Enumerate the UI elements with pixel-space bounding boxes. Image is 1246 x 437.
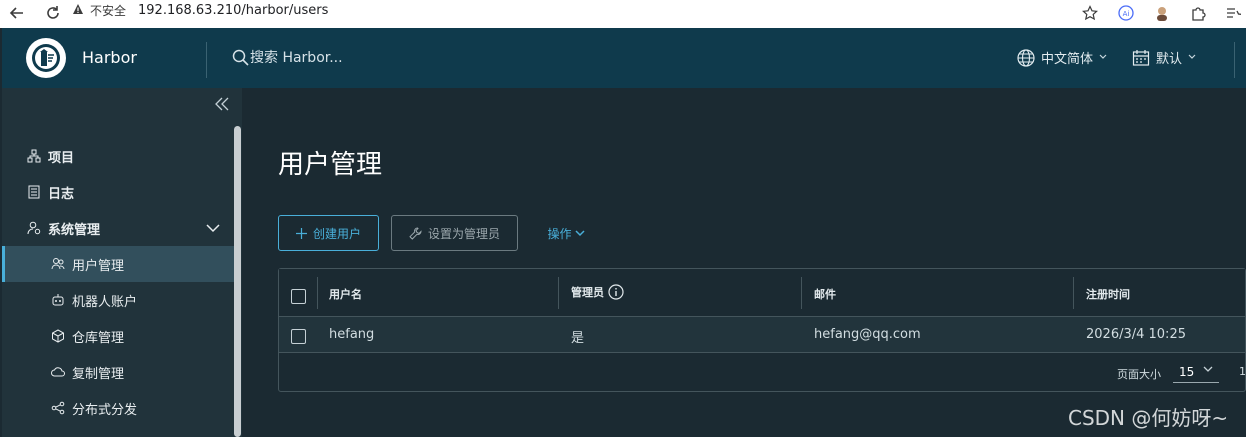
robot-icon <box>50 292 66 308</box>
reload-icon[interactable] <box>42 2 64 24</box>
set-admin-button[interactable]: 设置为管理员 <box>391 215 518 251</box>
sidebar-item-robots[interactable]: 机器人账户 <box>2 282 234 318</box>
sidebar-item-system-admin[interactable]: 系统管理 <box>2 210 234 246</box>
sidebar-item-label: 复制管理 <box>72 366 125 382</box>
globe-icon <box>1017 48 1035 67</box>
column-header-registered[interactable]: 注册时间 <box>1086 286 1130 302</box>
table-row[interactable]: hefang 是 hefang@qq.com 2026/3/4 10:25 <box>279 317 1245 353</box>
log-icon <box>26 184 42 200</box>
date-format-selector[interactable]: 默认 <box>1132 48 1196 67</box>
calendar-icon <box>1132 49 1150 67</box>
select-all-checkbox[interactable] <box>291 289 306 304</box>
top-header: Harbor 中文简体 默认 <box>2 28 1246 88</box>
sidebar-item-label: 分布式分发 <box>72 402 138 418</box>
profile-icon[interactable] <box>1151 2 1173 24</box>
cell-username: hefang <box>329 327 375 342</box>
column-header-username[interactable]: 用户名 <box>329 286 362 302</box>
column-header-email[interactable]: 邮件 <box>814 286 836 302</box>
system-admin-icon <box>26 220 42 236</box>
chevron-down-icon <box>1203 365 1213 376</box>
sidebar-scrollbar[interactable] <box>234 126 241 437</box>
harbor-logo[interactable] <box>26 38 66 78</box>
harbor-app: Harbor 中文简体 默认 <box>0 28 1246 437</box>
distribution-icon <box>50 400 66 416</box>
warning-icon <box>72 3 84 18</box>
sidebar-item-label: 项目 <box>48 150 75 166</box>
header-divider <box>206 42 207 78</box>
sidebar-item-replications[interactable]: 复制管理 <box>2 354 234 390</box>
search-input[interactable] <box>250 46 450 70</box>
language-label: 中文简体 <box>1041 52 1094 67</box>
page-info: 1 <box>1239 365 1246 378</box>
header-divider <box>1234 42 1235 78</box>
info-icon[interactable] <box>608 284 624 300</box>
browser-toolbar: 不安全 192.168.63.210/harbor/users Ai <box>0 0 1246 28</box>
registry-icon <box>50 328 66 344</box>
language-selector[interactable]: 中文简体 <box>1017 48 1107 67</box>
sidebar-item-logs[interactable]: 日志 <box>2 174 234 210</box>
security-label[interactable]: 不安全 <box>90 2 126 19</box>
app-title[interactable]: Harbor <box>82 48 137 67</box>
chevron-down-icon <box>1188 53 1196 63</box>
set-admin-label: 设置为管理员 <box>427 226 500 241</box>
table-footer: 页面大小 15 1 <box>279 353 1246 391</box>
sidebar-item-label: 用户管理 <box>72 258 125 274</box>
wrench-icon <box>409 226 422 240</box>
sidebar-item-users[interactable]: 用户管理 <box>2 246 234 282</box>
page-size-select[interactable]: 15 <box>1173 361 1219 383</box>
column-header-admin-label: 管理员 <box>571 286 604 299</box>
star-icon[interactable] <box>1079 2 1101 24</box>
date-format-label: 默认 <box>1156 52 1183 67</box>
chevron-down-icon[interactable] <box>206 222 220 237</box>
back-icon[interactable] <box>6 2 28 24</box>
collapse-sidebar-icon[interactable] <box>214 96 230 117</box>
address-bar[interactable]: 不安全 192.168.63.210/harbor/users <box>72 0 328 20</box>
operations-label: 操作 <box>547 226 572 241</box>
page-size-value: 15 <box>1179 364 1195 379</box>
ai-extension-icon[interactable]: Ai <box>1115 2 1137 24</box>
chevron-down-icon <box>1099 53 1107 63</box>
row-checkbox[interactable] <box>291 329 306 344</box>
table-header: 用户名 管理员 邮件 注册时间 <box>279 269 1245 317</box>
users-table: 用户名 管理员 邮件 注册时间 hefang 是 hefang@qq.com 2… <box>278 268 1246 392</box>
replication-icon <box>50 364 66 380</box>
cell-email: hefang@qq.com <box>814 327 921 342</box>
sidebar-item-projects[interactable]: 项目 <box>2 138 234 174</box>
main-content: 用户管理 创建用户 设置为管理员 操作 用户名 管理员 邮件 注册时间 hefa… <box>242 88 1246 437</box>
sidebar: 项目 日志 系统管理 用户管理 机器人账户 仓库管理 复制管理 分布式分发 <box>2 88 242 437</box>
users-icon <box>50 256 66 272</box>
column-divider <box>801 277 802 309</box>
sidebar-item-distributions[interactable]: 分布式分发 <box>2 390 234 426</box>
cell-admin: 是 <box>571 331 585 346</box>
sidebar-item-label: 机器人账户 <box>72 294 138 310</box>
watermark: CSDN @何妨呀~ <box>1068 406 1229 430</box>
cell-registered: 2026/3/4 10:25 <box>1086 327 1186 342</box>
column-divider <box>317 277 318 309</box>
page-title: 用户管理 <box>278 150 383 180</box>
page-size-label: 页面大小 <box>1117 368 1161 381</box>
column-divider <box>1073 277 1074 309</box>
svg-text:Ai: Ai <box>1123 10 1130 18</box>
sidebar-item-label: 仓库管理 <box>72 330 125 346</box>
plus-icon <box>295 227 307 239</box>
chevron-down-icon <box>574 229 585 237</box>
create-user-label: 创建用户 <box>312 226 361 241</box>
sidebar-item-registries[interactable]: 仓库管理 <box>2 318 234 354</box>
sidebar-item-label: 日志 <box>48 186 75 202</box>
favorites-icon[interactable] <box>1222 2 1244 24</box>
extensions-icon[interactable] <box>1187 2 1209 24</box>
project-icon <box>26 148 42 164</box>
column-divider <box>558 277 559 309</box>
search-icon <box>232 49 249 70</box>
sidebar-item-label: 系统管理 <box>48 222 101 238</box>
url-text[interactable]: 192.168.63.210/harbor/users <box>138 3 328 18</box>
column-header-admin[interactable]: 管理员 <box>571 284 624 300</box>
operations-dropdown[interactable]: 操作 <box>542 215 590 251</box>
create-user-button[interactable]: 创建用户 <box>278 215 379 251</box>
